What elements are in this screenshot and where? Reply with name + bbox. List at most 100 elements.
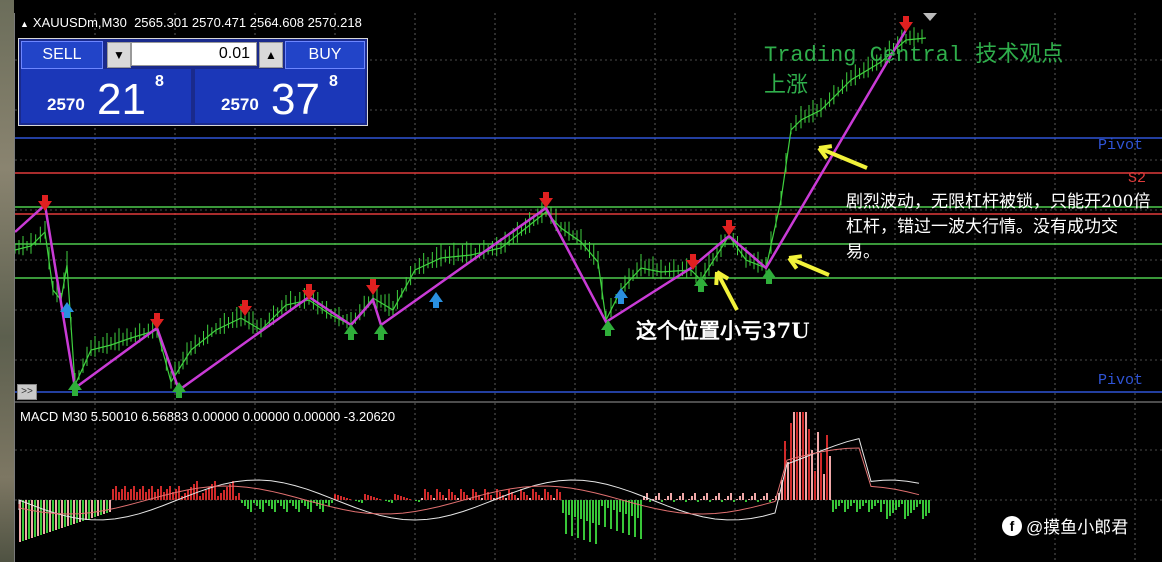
macd-histogram-bar [472, 489, 474, 500]
macd-histogram-bar [367, 495, 369, 500]
macd-histogram-bar [298, 500, 300, 512]
macd-histogram-bar [619, 500, 621, 512]
sell-price-quote[interactable]: 2570 21 8 [21, 69, 191, 123]
macd-histogram-bar [772, 499, 774, 500]
macd-histogram-bar [49, 500, 51, 532]
macd-histogram-bar [292, 500, 294, 506]
one-click-trading-panel: SELL ▼ ▲ BUY 2570 21 8 2570 37 8 [18, 38, 368, 126]
macd-histogram-bar [655, 496, 657, 500]
macd-histogram-bar [235, 496, 237, 500]
macd-histogram-bar [853, 500, 855, 503]
macd-histogram-bar [154, 492, 156, 500]
macd-histogram-bar [439, 492, 441, 500]
macd-histogram-bar [91, 500, 93, 518]
macd-histogram-bar [880, 500, 882, 512]
watermark-logo-icon: f [1002, 515, 1022, 536]
macd-histogram-bar [253, 500, 255, 503]
macd-histogram-bar [442, 495, 444, 500]
lot-increase-button[interactable]: ▲ [259, 42, 283, 68]
macd-histogram-bar [844, 500, 846, 512]
macd-histogram-bar [673, 500, 675, 502]
macd-histogram-bar [133, 486, 135, 500]
sell-button[interactable]: SELL [21, 41, 103, 69]
macd-histogram-bar [568, 500, 570, 515]
macd-histogram-bar [670, 493, 672, 500]
macd-histogram-bar [70, 500, 72, 525]
macd-histogram-bar [358, 500, 360, 502]
macd-histogram-bar [277, 500, 279, 503]
buy-button[interactable]: BUY [285, 41, 365, 69]
buy-arrow-icon [601, 320, 615, 336]
macd-histogram-bar [571, 500, 573, 536]
macd-histogram-bar [37, 500, 39, 536]
macd-histogram-bar [544, 489, 546, 500]
macd-histogram-bar [718, 493, 720, 500]
macd-histogram-bar [757, 500, 759, 502]
macd-histogram-bar [214, 481, 216, 500]
macd-histogram-bar [424, 489, 426, 500]
macd-histogram-bar [838, 500, 840, 506]
macd-histogram-bar [262, 500, 264, 512]
macd-histogram-bar [535, 492, 537, 500]
buy-arrow-icon [344, 324, 358, 340]
macd-histogram-bar [364, 494, 366, 500]
macd-histogram-bar [394, 494, 396, 500]
macd-histogram-bar [457, 498, 459, 500]
macd-histogram-bar [559, 492, 561, 500]
macd-histogram-bar [43, 500, 45, 534]
macd-histogram-bar [22, 500, 24, 541]
macd-histogram-bar [397, 495, 399, 500]
macd-histogram-bar [400, 496, 402, 500]
macd-histogram-bar [538, 495, 540, 500]
trading-central-title: Trading Central 技术观点 [764, 43, 1064, 68]
macd-histogram-bar [520, 489, 522, 500]
lot-size-input[interactable] [131, 42, 257, 66]
macd-histogram-bar [388, 500, 390, 502]
macd-histogram-bar [874, 500, 876, 506]
desktop-background-strip [0, 0, 14, 562]
collapse-triangle-icon[interactable]: ▲ [20, 19, 29, 29]
macd-histogram-bar [622, 500, 624, 533]
macd-histogram-bar [103, 500, 105, 514]
macd-histogram-bar [88, 500, 90, 519]
macd-histogram-bar [733, 500, 735, 502]
macd-histogram-bar [460, 489, 462, 500]
macd-histogram-bar [454, 495, 456, 500]
ohlc-values: 2565.301 2570.471 2564.608 2570.218 [134, 15, 362, 30]
macd-histogram-bar [613, 500, 615, 510]
macd-histogram-bar [196, 481, 198, 500]
chart-scroll-button[interactable]: >> [17, 384, 37, 400]
macd-histogram-bar [148, 489, 150, 500]
buy-price-quote[interactable]: 2570 37 8 [195, 69, 365, 123]
macd-histogram-bar [295, 500, 297, 509]
annotation-note-volatility: 剧烈波动，无限杠杆被锁，只能开200倍杠杆，错过一波大行情。没有成功交易。 [846, 192, 1151, 262]
macd-histogram-bar [664, 499, 666, 500]
sell-arrow-icon [539, 192, 553, 208]
macd-histogram-bar [283, 500, 285, 509]
macd-histogram-bar [328, 500, 330, 506]
macd-histogram-bar [562, 500, 564, 513]
macd-histogram-bar [925, 500, 927, 516]
shift-marker-icon[interactable] [923, 13, 937, 21]
macd-histogram-bar [529, 498, 531, 500]
macd-histogram-bar [610, 500, 612, 529]
macd-histogram-bar [910, 500, 912, 513]
macd-histogram-bar [679, 496, 681, 500]
macd-histogram-bar [556, 489, 558, 500]
sell-price-prefix: 2570 [47, 95, 85, 114]
macd-histogram-bar [586, 500, 588, 521]
macd-histogram-bar [121, 489, 123, 500]
sell-arrow-icon [722, 220, 736, 236]
macd-histogram-bar [385, 500, 387, 501]
macd-histogram-bar [199, 496, 201, 500]
macd-histogram-bar [649, 500, 651, 502]
macd-histogram-bar [346, 498, 348, 500]
macd-histogram-bar [130, 489, 132, 500]
macd-histogram-bar [859, 500, 861, 509]
lot-decrease-button[interactable]: ▼ [107, 42, 131, 68]
macd-histogram-bar [340, 496, 342, 500]
macd-histogram-bar [418, 500, 420, 502]
macd-histogram-bar [895, 500, 897, 510]
macd-histogram-bar [817, 432, 819, 500]
macd-histogram-bar [721, 500, 723, 502]
